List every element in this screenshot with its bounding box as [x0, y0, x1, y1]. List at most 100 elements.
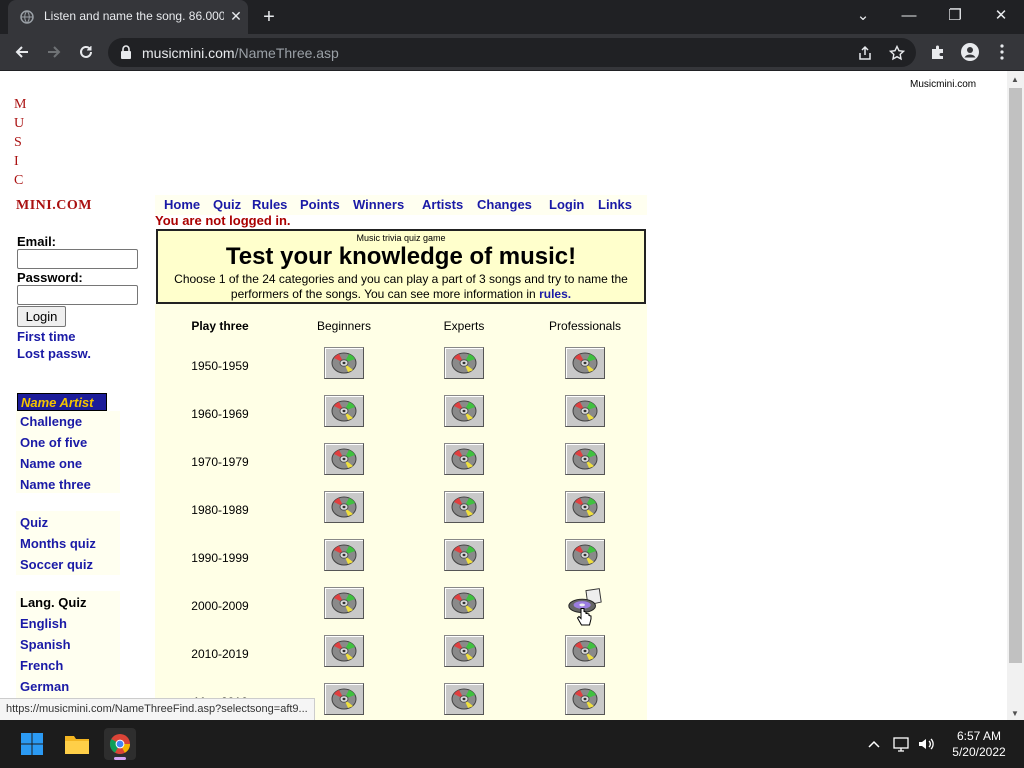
page-scrollbar[interactable]: ▲ ▼	[1007, 71, 1024, 720]
rules-link[interactable]: rules.	[539, 287, 571, 301]
login-status: You are not logged in.	[155, 213, 291, 228]
scroll-up-arrow-icon[interactable]: ▲	[1011, 75, 1019, 84]
password-label: Password:	[17, 270, 83, 285]
side-link-french[interactable]: French	[20, 658, 63, 673]
windows-start-icon[interactable]	[16, 728, 48, 760]
play-category-button[interactable]	[565, 539, 605, 571]
reload-button[interactable]	[74, 40, 98, 64]
play-category-button[interactable]	[565, 635, 605, 667]
minimize-button[interactable]: —	[894, 4, 924, 28]
row-label: 1970-1979	[191, 455, 249, 469]
scrollbar-thumb[interactable]	[1009, 88, 1022, 663]
new-tab-button[interactable]: +	[258, 6, 280, 28]
back-button[interactable]	[10, 40, 34, 64]
profile-avatar-icon[interactable]	[960, 42, 980, 62]
side-link-english[interactable]: English	[20, 616, 67, 631]
play-category-button[interactable]	[444, 395, 484, 427]
play-category-button[interactable]	[324, 443, 364, 475]
nav-points[interactable]: Points	[300, 197, 340, 212]
active-app-indicator	[114, 757, 126, 760]
row-label: 2000-2009	[191, 599, 249, 613]
side-link-one-of-five[interactable]: One of five	[20, 435, 87, 450]
nav-home[interactable]: Home	[164, 197, 200, 212]
play-category-button[interactable]	[444, 539, 484, 571]
play-category-button[interactable]	[444, 491, 484, 523]
nav-links[interactable]: Links	[598, 197, 632, 212]
play-category-button[interactable]	[324, 539, 364, 571]
side-link-german[interactable]: German	[20, 679, 69, 694]
file-explorer-icon[interactable]	[61, 728, 93, 760]
email-field[interactable]	[17, 249, 138, 269]
cd-disc-icon	[331, 400, 357, 422]
side-link-soccer-quiz[interactable]: Soccer quiz	[20, 557, 93, 572]
kebab-menu-icon[interactable]	[992, 42, 1012, 62]
play-category-button[interactable]	[324, 635, 364, 667]
intro-small-caption: Music trivia quiz game	[356, 233, 446, 243]
address-bar[interactable]: musicmini.com/NameThree.asp	[108, 38, 916, 67]
nav-quiz[interactable]: Quiz	[213, 197, 241, 212]
network-icon[interactable]	[892, 734, 912, 754]
side-link-name-one[interactable]: Name one	[20, 456, 82, 471]
bookmark-star-icon[interactable]	[888, 44, 906, 62]
cd-disc-icon	[451, 496, 477, 518]
cd-disc-icon	[331, 496, 357, 518]
cd-disc-icon	[331, 592, 357, 614]
play-category-button[interactable]	[444, 635, 484, 667]
side-link-months-quiz[interactable]: Months quiz	[20, 536, 96, 551]
close-window-button[interactable]: ✕	[986, 4, 1016, 28]
play-category-button[interactable]	[444, 443, 484, 475]
chrome-taskbar-icon[interactable]	[104, 728, 136, 760]
lang-quiz-heading: Lang. Quiz	[20, 595, 87, 610]
tab-search-icon[interactable]: ⌄	[848, 4, 878, 28]
password-field[interactable]	[17, 285, 138, 305]
play-category-button[interactable]	[324, 395, 364, 427]
scroll-down-arrow-icon[interactable]: ▼	[1011, 709, 1019, 718]
volume-icon[interactable]	[916, 734, 936, 754]
nav-changes[interactable]: Changes	[477, 197, 532, 212]
forward-button[interactable]	[42, 40, 66, 64]
play-category-button[interactable]	[444, 587, 484, 619]
share-icon[interactable]	[856, 44, 874, 62]
browser-tab[interactable]: Listen and name the song. 86.000 ✕	[8, 0, 248, 34]
cd-disc-icon	[331, 448, 357, 470]
play-category-button[interactable]	[565, 491, 605, 523]
row-label: 2010-2019	[191, 647, 249, 661]
nav-rules[interactable]: Rules	[252, 197, 287, 212]
tab-title: Listen and name the song. 86.000	[44, 9, 224, 23]
side-link-spanish[interactable]: Spanish	[20, 637, 71, 652]
close-tab-icon[interactable]: ✕	[228, 8, 244, 24]
chevron-up-icon[interactable]	[864, 734, 884, 754]
play-category-button[interactable]	[324, 347, 364, 379]
extensions-puzzle-icon[interactable]	[928, 42, 948, 62]
vertical-logo: M U S I C	[14, 97, 28, 188]
play-category-button[interactable]	[324, 491, 364, 523]
play-category-button[interactable]	[324, 683, 364, 715]
play-category-button[interactable]	[565, 587, 605, 626]
play-category-button[interactable]	[444, 683, 484, 715]
login-button[interactable]: Login	[17, 306, 66, 327]
side-link-name-three[interactable]: Name three	[20, 477, 91, 492]
first-time-link[interactable]: First time	[17, 329, 76, 344]
side-link-quiz[interactable]: Quiz	[20, 515, 48, 530]
row-label: 1950-1959	[191, 359, 249, 373]
row-label: 1980-1989	[191, 503, 249, 517]
nav-login[interactable]: Login	[549, 197, 584, 212]
cd-disc-icon	[572, 352, 598, 374]
play-category-button[interactable]	[565, 683, 605, 715]
nav-winners[interactable]: Winners	[353, 197, 404, 212]
cd-disc-icon	[572, 688, 598, 710]
play-category-button[interactable]	[324, 587, 364, 619]
page-viewport: Musicmini.com M U S I C MINI.COM Email: …	[0, 71, 1007, 720]
name-artist-badge[interactable]: Name Artist	[17, 393, 107, 411]
play-category-button[interactable]	[565, 443, 605, 475]
side-link-challenge[interactable]: Challenge	[20, 414, 82, 429]
cd-disc-icon	[331, 544, 357, 566]
restore-button[interactable]: ❐	[940, 4, 970, 28]
lost-password-link[interactable]: Lost passw.	[17, 346, 91, 361]
nav-artists[interactable]: Artists	[422, 197, 463, 212]
play-category-button[interactable]	[565, 347, 605, 379]
taskbar-clock[interactable]: 6:57 AM 5/20/2022	[944, 728, 1014, 760]
play-category-button[interactable]	[565, 395, 605, 427]
arrow-left-icon	[15, 46, 28, 58]
play-category-button[interactable]	[444, 347, 484, 379]
